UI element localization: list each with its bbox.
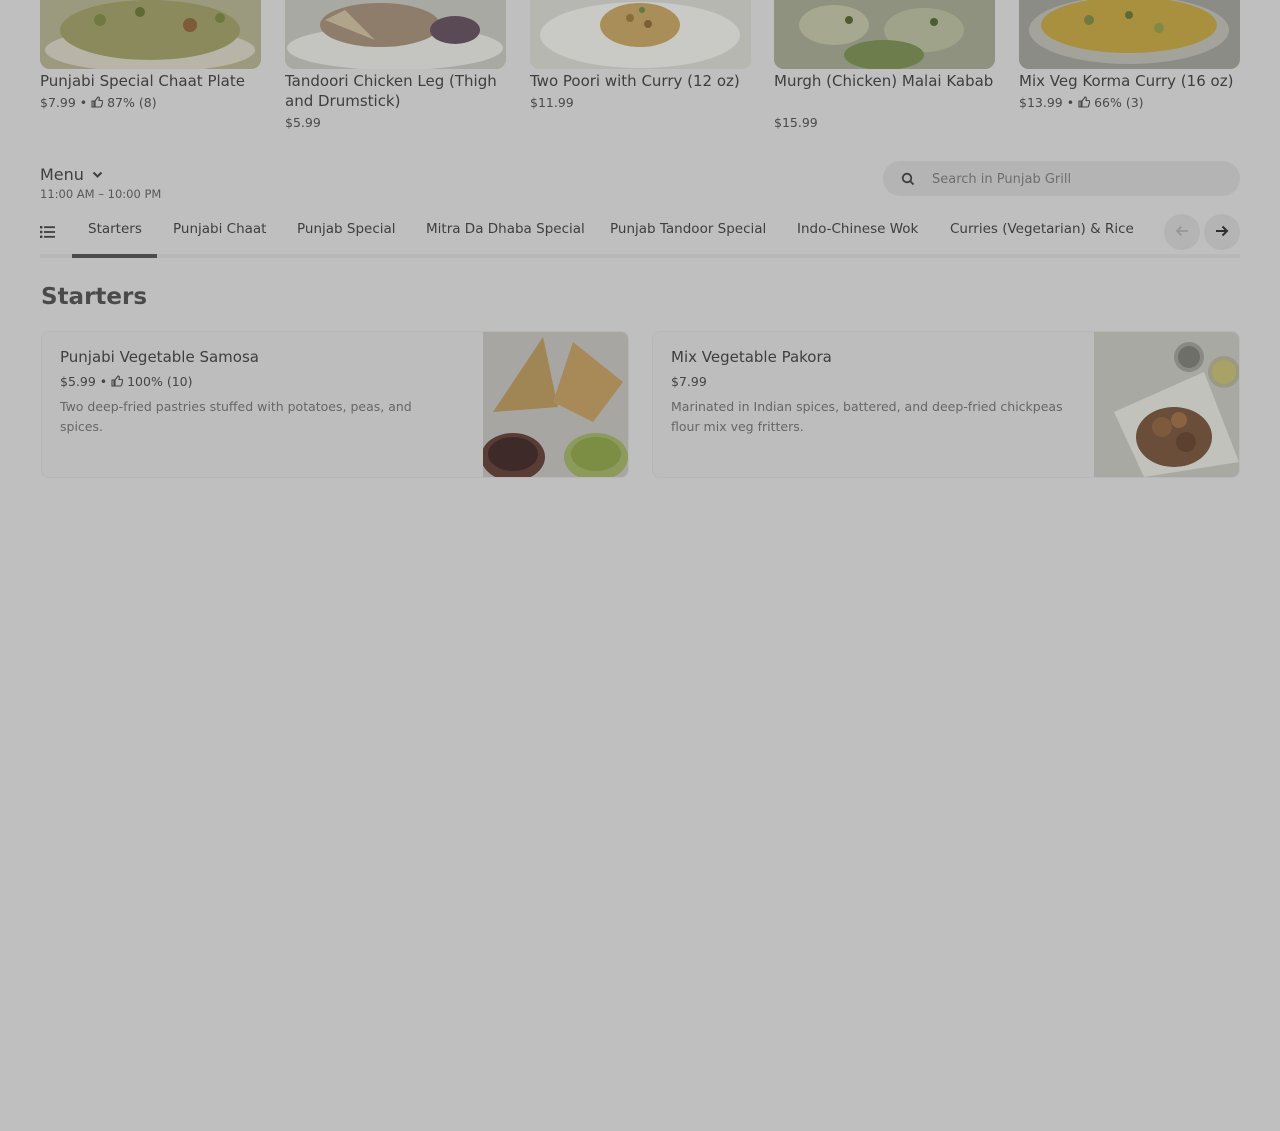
item-image	[1094, 332, 1239, 477]
tab-punjabi-chaat[interactable]: Punjabi Chaat	[173, 221, 266, 237]
item-rating: 100% (10)	[127, 374, 193, 389]
scroll-right-button[interactable]	[1204, 214, 1240, 250]
list-icon[interactable]	[40, 224, 56, 243]
featured-item-meta: $15.99	[774, 115, 995, 131]
menu-title: Menu	[40, 165, 84, 184]
item-meta: $5.99 • 100% (10)	[60, 374, 193, 390]
featured-item-image	[40, 0, 261, 69]
featured-item-name: Punjabi Special Chaat Plate	[40, 72, 245, 90]
featured-item-image	[285, 0, 506, 69]
featured-item-rating: 66% (3)	[1094, 95, 1144, 110]
featured-item-meta: $11.99	[530, 95, 751, 111]
arrow-right-icon	[1214, 223, 1230, 242]
item-name: Mix Vegetable Pakora	[671, 348, 832, 366]
featured-item-image	[774, 0, 995, 69]
item-name: Punjabi Vegetable Samosa	[60, 348, 259, 366]
tab-punjab-tandoor-special[interactable]: Punjab Tandoor Special	[610, 221, 766, 237]
tab-punjab-special[interactable]: Punjab Special	[297, 221, 396, 237]
category-tabs: Starters Punjabi Chaat Punjab Special Mi…	[40, 208, 1240, 258]
search-icon	[901, 171, 915, 190]
item-description: Two deep-fried pastries stuffed with pot…	[60, 399, 412, 434]
featured-item-price: $13.99	[1019, 95, 1063, 110]
arrow-left-icon	[1174, 223, 1190, 242]
featured-item-name: Mix Veg Korma Curry (16 oz)	[1019, 72, 1234, 90]
search-bar[interactable]	[883, 161, 1240, 198]
search-input[interactable]	[930, 161, 1224, 198]
menu-hours: 11:00 AM – 10:00 PM	[40, 187, 162, 201]
tab-indo-chinese-wok[interactable]: Indo-Chinese Wok	[797, 221, 918, 237]
featured-item-image	[1019, 0, 1240, 69]
featured-item-name: Murgh (Chicken) Malai Kabab	[774, 72, 994, 90]
tab-curries-vegetarian-rice[interactable]: Curries (Vegetarian) & Rice	[950, 221, 1134, 237]
featured-item-meta: $13.99 • 66% (3)	[1019, 95, 1144, 112]
item-description: Marinated in Indian spices, battered, an…	[671, 399, 1063, 434]
menu-item-card[interactable]: Mix Vegetable Pakora $7.99 Marinated in …	[652, 331, 1240, 478]
item-price: $5.99	[60, 374, 96, 389]
tab-starters[interactable]: Starters	[88, 221, 142, 237]
section-title: Starters	[41, 284, 148, 310]
featured-item-price: $7.99	[40, 95, 76, 110]
featured-item-price: $15.99	[774, 115, 818, 130]
featured-item-rating: 87% (8)	[107, 95, 157, 110]
active-tab-indicator	[72, 254, 157, 258]
chevron-down-icon	[92, 164, 103, 183]
thumbs-up-icon	[1078, 96, 1091, 112]
featured-items: Punjabi Special Chaat Plate $7.99 • 87% …	[40, 0, 1240, 140]
featured-item-name: Tandoori Chicken Leg (Thigh and Drumstic…	[285, 72, 497, 110]
featured-item-price: $5.99	[285, 115, 321, 130]
item-meta: $7.99	[671, 374, 707, 389]
scroll-left-button[interactable]	[1164, 214, 1200, 250]
menu-dropdown[interactable]: Menu	[40, 164, 103, 184]
featured-item-meta: $7.99 • 87% (8)	[40, 95, 157, 112]
tabs-divider	[40, 254, 1240, 258]
item-image	[483, 332, 628, 477]
tab-mitra-da-dhaba-special[interactable]: Mitra Da Dhaba Special	[426, 221, 585, 237]
menu-item-card[interactable]: Punjabi Vegetable Samosa $5.99 • 100% (1…	[41, 331, 629, 478]
featured-item-image	[530, 0, 751, 69]
thumbs-up-icon	[91, 96, 104, 112]
featured-item-name: Two Poori with Curry (12 oz)	[530, 72, 740, 90]
thumbs-up-icon	[111, 375, 124, 390]
featured-item-price: $11.99	[530, 95, 574, 110]
featured-item-meta: $5.99	[285, 115, 506, 131]
item-price: $7.99	[671, 374, 707, 389]
